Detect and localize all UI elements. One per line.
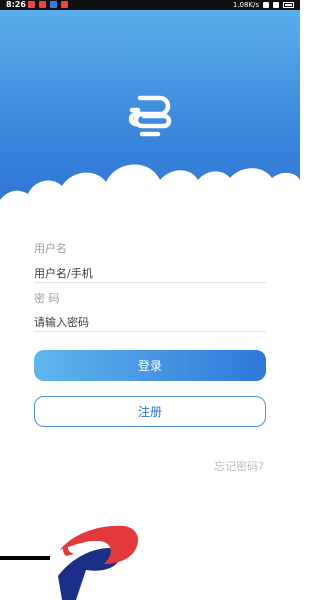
notification-icon xyxy=(39,1,46,8)
register-button[interactable]: 注册 xyxy=(34,396,266,427)
login-button[interactable]: 登录 xyxy=(34,350,266,381)
notification-icons xyxy=(28,1,68,8)
status-right: 1.08K/s xyxy=(233,0,294,10)
forgot-password-link[interactable]: 忘记密码? xyxy=(214,458,264,474)
app-logo-icon xyxy=(128,95,172,137)
cloud-divider xyxy=(0,164,300,220)
network-speed: 1.08K/s xyxy=(232,1,259,9)
signal-icon xyxy=(273,2,279,8)
notification-icon xyxy=(28,1,35,8)
status-bar: 8:26 1.08K/s xyxy=(0,0,300,10)
battery-icon xyxy=(283,2,294,8)
bluetooth-icon xyxy=(263,2,269,8)
password-label: 密 码 xyxy=(34,292,60,305)
brand-logo-icon xyxy=(0,525,139,600)
username-label: 用户名 xyxy=(34,242,67,255)
notification-icon xyxy=(50,1,57,8)
status-time: 8:26 xyxy=(6,0,26,9)
notification-icon xyxy=(61,1,68,8)
password-input[interactable] xyxy=(34,313,266,332)
username-input[interactable] xyxy=(34,264,266,283)
